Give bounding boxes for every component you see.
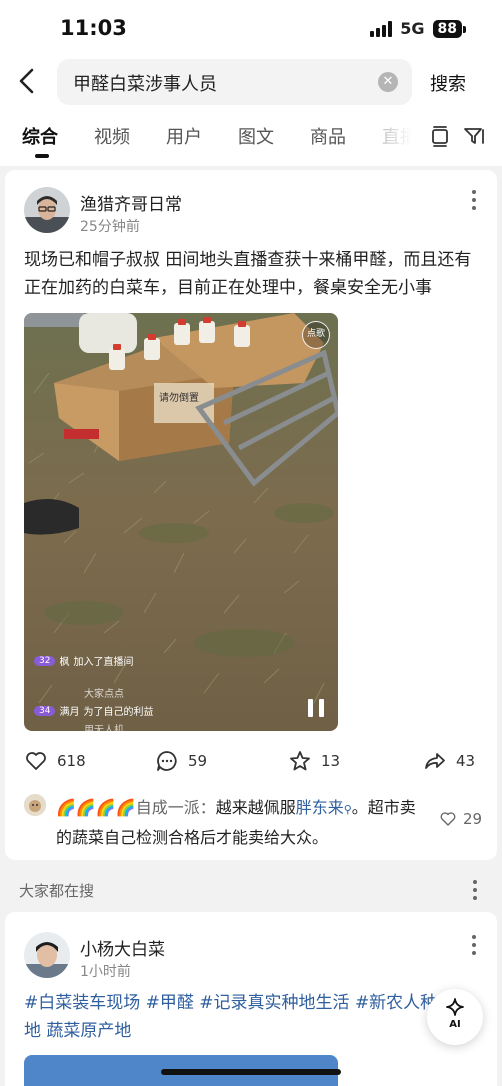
- user-level-badge: 34: [34, 705, 56, 716]
- search-bar: 甲醛白菜涉事人员 ✕ 搜索: [0, 56, 502, 110]
- comment-button[interactable]: 59: [155, 749, 207, 773]
- section-title: 大家都在搜: [19, 882, 95, 900]
- post-card[interactable]: 渔猎齐哥日常 25分钟前 现场已和帽子叔叔 田间地头直播查获十来桶甲醛，而且还有…: [5, 170, 497, 860]
- like-count: 618: [57, 752, 86, 770]
- post-time: 25分钟前: [80, 219, 140, 235]
- tab-users[interactable]: 用户: [166, 123, 202, 149]
- commenter-name[interactable]: 自成一派：: [136, 798, 216, 817]
- ai-sparkle-icon: [446, 998, 464, 1016]
- mention-link[interactable]: 胖东来: [296, 798, 344, 817]
- status-time: 11:03: [60, 16, 127, 40]
- post-text[interactable]: 现场已和帽子叔叔 田间地头直播查获十来桶甲醛，而且还有正在加药的白菜车，目前正在…: [24, 246, 479, 302]
- video-thumbnail: 请勿倒置: [24, 313, 338, 731]
- comment-like-button[interactable]: 29: [439, 810, 482, 828]
- share-count: 43: [456, 752, 476, 770]
- tab-all[interactable]: 综合: [22, 123, 58, 149]
- song-request-badge[interactable]: 点歌: [302, 321, 330, 349]
- share-icon: [425, 753, 445, 769]
- comment-icon: [157, 751, 177, 771]
- user-level-badge: 32: [34, 655, 56, 666]
- search-icon: ⚲: [343, 803, 352, 816]
- tab-video[interactable]: 视频: [94, 123, 130, 149]
- battery-icon: 88: [432, 19, 467, 38]
- avatar[interactable]: [24, 932, 70, 978]
- commenter-avatar[interactable]: [24, 794, 46, 816]
- hashtags[interactable]: #白菜装车现场 #甲醛 #记录真实种地生活 #新农人种地 蔬菜原产地: [24, 989, 444, 1045]
- live-comment: 34 满月 为了自己的利益: [34, 703, 153, 718]
- more-options-icon[interactable]: [471, 190, 477, 210]
- filter-icon[interactable]: [462, 124, 486, 148]
- author-name[interactable]: 小杨大白菜: [80, 935, 165, 960]
- clear-icon[interactable]: ✕: [378, 72, 398, 92]
- rainbow-emojis: 🌈🌈🌈🌈: [56, 798, 136, 817]
- heart-icon: [440, 812, 456, 826]
- active-tab-indicator: [35, 154, 49, 158]
- live-comment: 用无人机: [84, 725, 124, 731]
- tab-products[interactable]: 商品: [310, 123, 346, 149]
- comment-text: 🌈🌈🌈🌈自成一派：越来越佩服胖东来⚲。超市卖的蔬菜自己检测合格后才能卖给大众。: [56, 798, 416, 847]
- favorite-button[interactable]: 13: [288, 749, 340, 773]
- pause-icon[interactable]: [308, 699, 324, 717]
- post-actions: 618 59 13 43: [5, 746, 497, 776]
- home-indicator: [161, 1069, 341, 1075]
- favorite-count: 13: [321, 752, 341, 770]
- search-input[interactable]: 甲醛白菜涉事人员 ✕: [57, 59, 412, 105]
- ai-label: AI: [449, 1019, 461, 1030]
- network-type: 5G: [400, 19, 425, 38]
- like-button[interactable]: 618: [24, 749, 86, 773]
- tab-images[interactable]: 图文: [238, 123, 274, 149]
- signal-icon: [370, 20, 393, 37]
- filter-tabs: 综合 视频 用户 图文 商品 直播: [0, 110, 502, 166]
- layout-icon[interactable]: [428, 124, 452, 148]
- star-icon: [290, 751, 310, 771]
- post-card[interactable]: 小杨大白菜 1小时前 #白菜装车现场 #甲醛 #记录真实种地生活 #新农人种地 …: [5, 912, 497, 1086]
- comment-count: 59: [188, 752, 208, 770]
- status-indicators: 5G 88: [370, 19, 467, 38]
- more-options-icon[interactable]: [471, 935, 477, 955]
- post-time: 1小时前: [80, 964, 131, 980]
- post-video[interactable]: 请勿倒置 点歌 32 枫 加入了直播间 大家点点 34 满月 为了自己的利益 用…: [24, 313, 338, 731]
- share-button[interactable]: 43: [423, 749, 475, 773]
- search-button[interactable]: 搜索: [430, 70, 466, 96]
- comment-like-count: 29: [463, 810, 483, 828]
- live-comment: 大家点点: [84, 689, 124, 700]
- ai-assistant-button[interactable]: AI: [427, 989, 483, 1045]
- more-options-icon[interactable]: [472, 880, 478, 900]
- heart-icon: [26, 752, 46, 770]
- status-bar: 11:03 5G 88: [0, 0, 502, 56]
- search-query: 甲醛白菜涉事人员: [73, 74, 217, 95]
- box-label: 请勿倒置: [159, 391, 199, 404]
- author-name[interactable]: 渔猎齐哥日常: [80, 190, 182, 215]
- live-comment: 32 枫 加入了直播间: [34, 653, 133, 668]
- chevron-left-icon: [19, 68, 34, 94]
- avatar[interactable]: [24, 187, 70, 233]
- back-button[interactable]: [14, 66, 42, 96]
